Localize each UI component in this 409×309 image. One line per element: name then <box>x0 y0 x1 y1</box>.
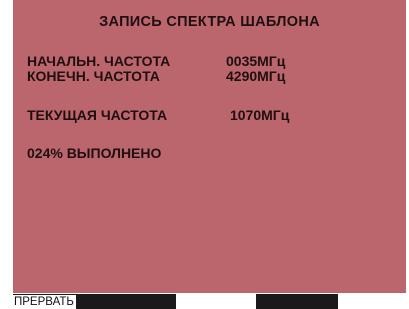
start-frequency-row: НАЧАЛЬН. ЧАСТОТА 0035МГц <box>27 53 285 69</box>
instrument-display: ЗАПИСЬ СПЕКТРА ШАБЛОНА НАЧАЛЬН. ЧАСТОТА … <box>13 0 406 293</box>
progress-status: 024% ВЫПОЛНЕНО <box>27 145 162 161</box>
current-frequency-label: ТЕКУЩАЯ ЧАСТОТА <box>27 107 168 123</box>
start-frequency-label: НАЧАЛЬН. ЧАСТОТА <box>27 53 171 69</box>
stop-frequency-value: 4290МГц <box>226 68 286 84</box>
stop-frequency-row: КОНЕЧН. ЧАСТОТА 4290МГц <box>27 68 285 84</box>
blank-softkey[interactable] <box>256 294 338 309</box>
stop-frequency-label: КОНЕЧН. ЧАСТОТА <box>27 68 160 84</box>
abort-softkey-label: ПРЕРВАТЬ <box>13 295 76 309</box>
current-frequency-value: 1070МГц <box>230 107 290 123</box>
screen-title: ЗАПИСЬ СПЕКТРА ШАБЛОНА <box>99 14 320 30</box>
start-frequency-value: 0035МГц <box>226 53 286 69</box>
abort-softkey[interactable]: ПРЕРВАТЬ <box>13 294 176 309</box>
current-frequency-row: ТЕКУЩАЯ ЧАСТОТА 1070МГц <box>27 107 289 123</box>
softkey-bar: ПРЕРВАТЬ <box>13 294 406 309</box>
